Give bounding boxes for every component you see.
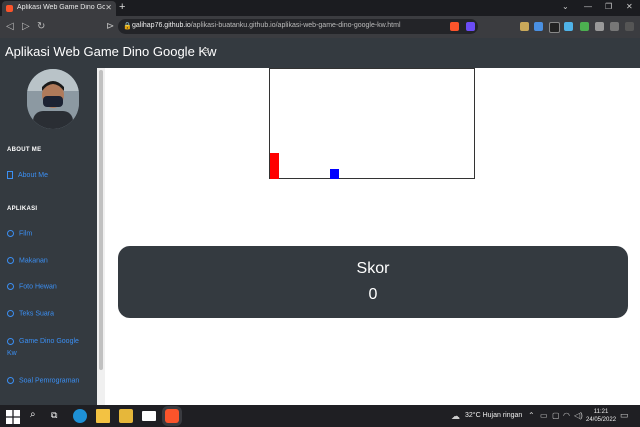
extensions-puzzle-icon[interactable] [595, 22, 604, 31]
address-bar[interactable]: 🔒 galihap76.github.io/aplikasi-buatanku.… [118, 19, 478, 34]
notion-extension-icon[interactable] [549, 22, 560, 33]
tab-search-icon[interactable]: ⌄ [562, 2, 569, 11]
battery-icon[interactable]: ▭ [540, 411, 548, 420]
task-view-icon[interactable]: ⧉ [51, 410, 65, 424]
sidebar-item-label: Foto Hewan [19, 283, 57, 291]
scrollbar-thumb[interactable] [99, 70, 103, 370]
hamburger-menu-icon[interactable]: ≡ [203, 45, 209, 57]
sidebar: ABOUT ME About Me APLIKASI Film Makanan … [0, 68, 97, 405]
sidebar-item-about-me[interactable]: About Me [7, 171, 48, 179]
circle-icon [7, 337, 14, 345]
translate-extension-icon[interactable] [534, 22, 543, 31]
search-icon[interactable]: ⌕ [30, 409, 44, 423]
brave-favicon-icon [6, 5, 13, 12]
sidebar-toggle-icon[interactable] [610, 22, 619, 31]
avatar [27, 69, 79, 129]
browser-toolbar: ◁ ▷ ↻ ⊳ 🔒 galihap76.github.io/aplikasi-b… [0, 16, 640, 38]
game-canvas[interactable] [269, 68, 475, 179]
page-title[interactable]: Aplikasi Web Game Dino Google Kw [5, 44, 216, 59]
lock-icon[interactable]: 🔒 [123, 22, 132, 30]
extension-icon[interactable] [520, 22, 529, 31]
obstacle-block [270, 153, 279, 179]
volume-icon[interactable]: ◁) [574, 411, 583, 420]
circle-icon [7, 310, 14, 317]
url-host: galihap76.github.io [132, 22, 191, 29]
page-header: Aplikasi Web Game Dino Google Kw ≡ [0, 38, 640, 68]
sidebar-item-game-dino[interactable]: Game Dino Google Kw [7, 336, 87, 360]
section-heading-apps: APLIKASI [7, 206, 38, 212]
close-window-button[interactable]: ✕ [626, 2, 633, 11]
clock-time: 11:21 [593, 409, 609, 415]
extension-icon[interactable] [580, 22, 589, 31]
new-tab-button[interactable]: + [119, 1, 125, 13]
circle-icon [7, 230, 14, 237]
score-value: 0 [368, 286, 378, 303]
extension-icon[interactable] [564, 22, 573, 31]
minimize-button[interactable]: — [584, 2, 592, 11]
sidebar-item-teks-suara[interactable]: Teks Suara [7, 310, 54, 317]
windows-start-icon[interactable] [6, 410, 20, 424]
sidebar-item-soal-pemrograman[interactable]: Soal Pemrograman [7, 377, 79, 384]
circle-icon [7, 377, 14, 384]
file-explorer-icon[interactable] [96, 409, 110, 423]
clock-date: 24/05/2022 [586, 417, 617, 423]
wifi-icon[interactable]: ◠ [563, 411, 570, 420]
display-icon[interactable]: ▢ [552, 411, 560, 420]
sidebar-item-label: Makanan [19, 257, 48, 265]
score-card: Skor 0 [118, 246, 628, 318]
system-clock[interactable]: 11:21 24/05/2022 [586, 408, 616, 424]
restore-button[interactable]: ❐ [605, 2, 612, 11]
chevron-up-icon[interactable]: ⌃ [528, 411, 535, 420]
url-path: /aplikasi-buatanku.github.io/aplikasi-we… [190, 22, 401, 29]
browser-tab[interactable]: Aplikasi Web Game Dino Googl ✕ [2, 1, 116, 16]
taskbar: ⌕ ⧉ ☁ 32°C Hujan ringan ⌃ ▭ ▢ ◠ ◁) 11:21… [0, 405, 640, 427]
circle-icon [7, 283, 14, 290]
edge-icon[interactable] [73, 409, 87, 423]
sidebar-item-label: Soal Pemrograman [19, 377, 80, 385]
forward-icon[interactable]: ▷ [22, 21, 30, 32]
sidebar-item-label: Teks Suara [19, 310, 55, 318]
circle-icon [7, 257, 14, 264]
brave-rewards-icon[interactable] [466, 22, 475, 31]
weather-icon[interactable]: ☁ [451, 411, 460, 422]
close-tab-icon[interactable]: ✕ [105, 3, 112, 12]
sidebar-item-film[interactable]: Film [7, 230, 32, 237]
sidebar-item-foto-hewan[interactable]: Foto Hewan [7, 283, 57, 290]
back-icon[interactable]: ◁ [6, 21, 14, 32]
mail-icon[interactable] [142, 411, 156, 421]
score-label: Skor [356, 260, 390, 277]
notification-icon[interactable]: ▭ [620, 410, 629, 421]
sidebar-scrollbar[interactable] [97, 68, 105, 405]
player-block [330, 169, 339, 179]
bookmark-icon[interactable]: ⊳ [106, 21, 114, 32]
weather-text[interactable]: 32°C Hujan ringan [465, 412, 522, 419]
tab-title: Aplikasi Web Game Dino Googl [17, 4, 105, 11]
menu-icon[interactable] [625, 22, 634, 31]
browser-tab-strip: Aplikasi Web Game Dino Googl ✕ + ⌄ — ❐ ✕ [0, 0, 640, 16]
store-icon[interactable] [119, 409, 133, 423]
reload-icon[interactable]: ↻ [37, 21, 45, 32]
sidebar-item-label: About Me [18, 171, 48, 179]
brave-taskbar-icon[interactable] [165, 409, 179, 423]
brave-shields-icon[interactable] [450, 22, 459, 31]
sidebar-item-label: Game Dino Google Kw [7, 338, 79, 357]
sidebar-item-makanan[interactable]: Makanan [7, 257, 48, 264]
section-heading-about: ABOUT ME [7, 147, 42, 153]
id-card-icon [7, 171, 13, 179]
sidebar-item-label: Film [19, 230, 33, 238]
